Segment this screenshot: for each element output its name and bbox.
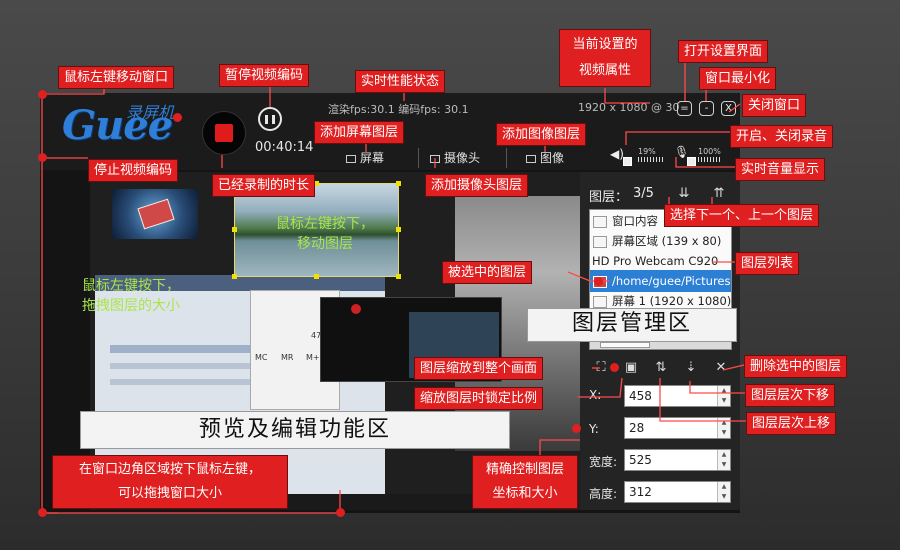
- ann-stop-encoding: 停止视频编码: [88, 159, 179, 182]
- ann-resize-window: 在窗口边角区域按下鼠标左键， 可以拖拽窗口大小: [52, 455, 288, 509]
- callout-dot: [610, 363, 619, 372]
- ann-move-window: 鼠标左键移动窗口: [58, 66, 175, 89]
- ann-preview-edit: 预览及编辑功能区: [80, 411, 510, 449]
- ann-perf-status: 实时性能状态: [355, 70, 446, 93]
- ann-lock-ratio: 缩放图层时锁定比例: [414, 387, 544, 410]
- callout-dot: [38, 153, 47, 162]
- ann-precise-control: 精确控制图层 坐标和大小: [472, 455, 578, 509]
- callout-dot: [38, 508, 47, 517]
- ann-open-settings: 打开设置界面: [678, 40, 769, 63]
- callout-dot: [594, 277, 603, 286]
- ann-delete-layer: 删除选中的图层: [744, 355, 848, 378]
- ann-move-down: 图层层次下移: [745, 384, 836, 407]
- ann-close: 关闭窗口: [742, 94, 807, 117]
- ann-pause-encoding: 暂停视频编码: [219, 64, 310, 87]
- ann-fit-layer: 图层缩放到整个画面: [414, 357, 544, 380]
- ann-layer-list: 图层列表: [735, 252, 800, 275]
- callout-dot: [336, 508, 345, 517]
- ann-layer-manager: 图层管理区: [527, 308, 737, 342]
- callout-dot: [572, 424, 581, 433]
- ann-move-up: 图层层次上移: [746, 412, 837, 435]
- callout-dot: [38, 90, 47, 99]
- ann-current-props: 当前设置的 视频属性: [559, 29, 651, 87]
- ann-add-camera: 添加摄像头图层: [425, 174, 529, 197]
- ann-minimize: 窗口最小化: [699, 67, 777, 90]
- ann-recorded-time: 已经录制的时长: [212, 174, 316, 197]
- ann-select-next-prev: 选择下一个、上一个图层: [664, 204, 820, 227]
- ann-selected-layer: 被选中的图层: [442, 261, 533, 284]
- ann-add-image: 添加图像图层: [496, 123, 587, 146]
- ann-realtime-volume: 实时音量显示: [735, 158, 826, 181]
- callout-dot: [173, 113, 182, 122]
- ann-toggle-audio: 开启、关闭录音: [730, 125, 834, 148]
- ann-add-screen: 添加屏幕图层: [314, 121, 405, 144]
